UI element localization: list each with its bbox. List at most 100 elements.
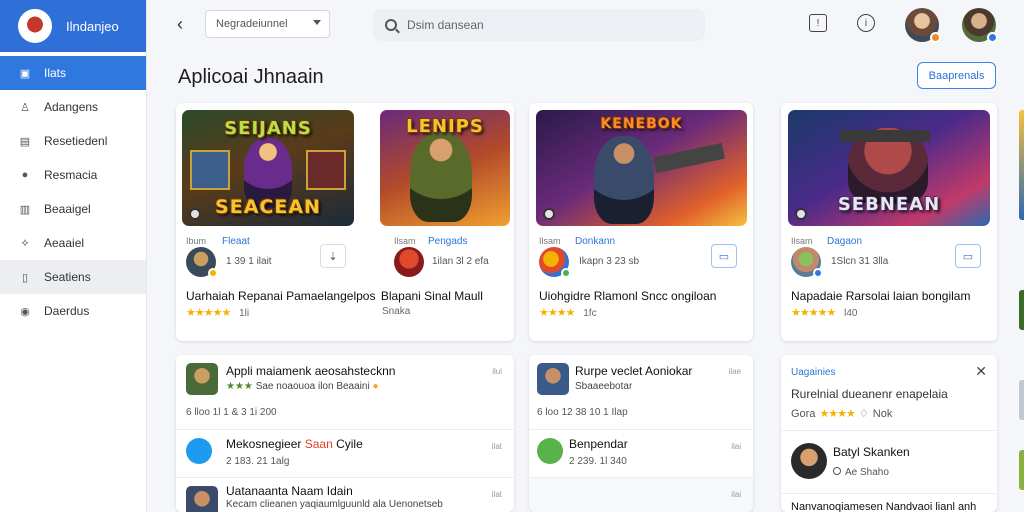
sidebar-nav: ▣ Ilats ♙ Adangens ▤ Resetiedenl ● Resmacia ▥ Bea… <box>0 56 146 328</box>
item-meta: 2 183. 21 1alg <box>226 456 290 467</box>
sidebar-item-4[interactable]: ● Resmacia <box>0 158 146 192</box>
brand-header[interactable]: Ilndanjeo <box>0 0 146 52</box>
genre-tag[interactable]: Pengads <box>428 236 467 247</box>
person-subtitle: Ae Shaho <box>833 467 889 478</box>
back-arrow-icon[interactable]: ‹ <box>177 14 183 35</box>
art-title-top: SEIJANS <box>224 118 312 139</box>
sidebar-item-8[interactable]: ◉ Daerdus <box>0 294 146 328</box>
user-avatar[interactable] <box>905 8 941 43</box>
info-icon[interactable]: i <box>857 14 875 32</box>
divider <box>781 493 997 494</box>
rating-count: l40 <box>844 308 858 319</box>
list-item[interactable]: ilai <box>529 478 753 512</box>
next-card-peek[interactable] <box>1019 290 1024 330</box>
sidebar-item-6[interactable]: ⟡ Aeaaiel <box>0 226 146 260</box>
next-card-peek[interactable] <box>1019 380 1024 420</box>
app-logo <box>18 9 52 43</box>
game-card[interactable]: KENEBOK Ilsam Donkann Ikapn 3 23 sb ▭ Ui… <box>529 103 753 341</box>
comment-button[interactable]: ▭ <box>955 244 981 268</box>
sidebar-item-3[interactable]: ▤ Resetiedenl <box>0 124 146 158</box>
item-title-prefix: Mekosnegieer <box>226 437 305 451</box>
status-dot <box>208 268 218 278</box>
sidebar-item-2[interactable]: ♙ Adangens <box>0 90 146 124</box>
list-item[interactable]: Rurpe veclet Aoniokar Sbaaeebotar 6 loo … <box>529 355 753 430</box>
rating-count: 1fc <box>583 308 597 319</box>
status-dot <box>930 32 941 43</box>
document-icon: ▥ <box>19 203 31 216</box>
item-meta: 6 lloo 1l 1 & 3 1i 200 <box>186 407 277 418</box>
twitter-icon <box>186 438 212 464</box>
developer-avatar[interactable] <box>394 247 424 277</box>
game-thumbnail[interactable]: LENIPS <box>380 110 510 226</box>
badge-icon <box>795 208 807 220</box>
next-card-peek[interactable] <box>1019 450 1024 490</box>
game-card[interactable]: SEBNEAN Ilsam Dagaon 1Slcn 31 3lla ▭ Nap… <box>781 103 997 341</box>
card-meta: Ilsam Dagaon 1Slcn 31 3lla ▭ <box>791 236 987 278</box>
card-stats: 1Slcn 31 3lla <box>831 256 889 267</box>
meta-label: Ilsam <box>791 236 813 246</box>
comment-button[interactable]: ▭ <box>711 244 737 268</box>
search-input[interactable]: Dsim dansean <box>373 9 705 41</box>
game-thumbnail[interactable]: SEIJANS SEACEAN <box>182 110 354 226</box>
category-dropdown[interactable]: Negradeiunnel <box>205 10 330 38</box>
person-avatar[interactable] <box>791 443 827 479</box>
sidebar-item-7[interactable]: ▯ Seatiens <box>0 260 146 294</box>
person-name[interactable]: Batyl Skanken <box>833 445 910 459</box>
item-time: ilai <box>731 442 741 451</box>
sidebar-item-5[interactable]: ▥ Beaaigel <box>0 192 146 226</box>
sidebar-item-label: Adangens <box>44 100 99 114</box>
meta-label: Ibum <box>186 236 207 246</box>
list-item[interactable]: Benpendar 2 239. 1l 340 ilai <box>529 430 753 478</box>
card-stats: Ikapn 3 23 sb <box>579 256 640 267</box>
game-thumbnail[interactable]: SEBNEAN <box>788 110 990 226</box>
sidebar-item-label: Seatiens <box>44 270 91 284</box>
sidebar-item-label: Aeaaiel <box>44 236 85 250</box>
developer-avatar[interactable] <box>539 247 571 278</box>
list-item[interactable]: Mekosnegieer Saan Cyile 2 183. 21 1alg i… <box>176 430 514 478</box>
developer-avatar[interactable] <box>186 247 218 278</box>
sidebar-item-label: Beaaigel <box>44 202 91 216</box>
book-icon: ▯ <box>21 271 29 284</box>
item-title: Appli maiamenk aeosahstecknn <box>226 364 396 378</box>
list-item[interactable]: Uatanaanta Naam Idain Kecam clieanen yaq… <box>176 478 514 512</box>
rating-suffix: Nok <box>872 408 893 420</box>
dropdown-value: Negradeiunnel <box>216 18 288 30</box>
download-button[interactable]: ⇣ <box>320 244 346 268</box>
rating-stars: ★★★★★ <box>791 307 836 319</box>
card-title: Uarhaiah Repanai Pamaelangelpos Blapani … <box>186 289 506 303</box>
card-rating: ★★★★★ 1li Snaka <box>186 306 410 319</box>
game-card[interactable]: SEIJANS SEACEAN LENIPS Ibum Fleaat 1 39 … <box>176 103 514 341</box>
store-icon: ▣ <box>19 67 31 80</box>
next-card-peek[interactable] <box>1019 110 1024 220</box>
profile-avatar[interactable] <box>962 8 998 43</box>
developer-avatar[interactable] <box>791 247 823 278</box>
page-title: Aplicoai Jhnaain <box>178 66 324 88</box>
panel-header: Uagainies <box>791 367 836 378</box>
list-item[interactable]: Appli maiamenk aeosahstecknn ★★★ Sae noa… <box>176 355 514 430</box>
card-stats: 1 39 1 ilait <box>226 256 272 267</box>
close-icon[interactable]: ✕ <box>975 363 987 380</box>
genre-tag[interactable]: Fleaat <box>222 236 250 247</box>
rating-stars: ★★★★★ <box>186 307 231 319</box>
art-title-top: KENEBOK <box>600 116 683 132</box>
game-title: Uiohgidre Rlamonl Sncc ongiloan <box>539 289 717 303</box>
sidebar-item-label: Ilats <box>44 66 67 80</box>
genre-tag[interactable]: Donkann <box>575 236 615 247</box>
genre-tag[interactable]: Dagaon <box>827 236 862 247</box>
chevron-down-icon <box>313 20 321 25</box>
sidebar-item-label: Daerdus <box>44 304 90 318</box>
sidebar-item-1[interactable]: ▣ Ilats <box>0 56 146 90</box>
activity-panel: Rurpe veclet Aoniokar Sbaaeebotar 6 loo … <box>529 355 753 512</box>
header-action-button[interactable]: Baaprenals <box>917 62 996 89</box>
status-dot <box>987 32 998 43</box>
sidebar-item-label: Resetiedenl <box>44 134 108 148</box>
rating-prefix: Gora <box>791 408 816 420</box>
item-subtitle: Sbaaeebotar <box>575 381 633 392</box>
search-placeholder: Dsim dansean <box>407 18 484 32</box>
activity-panel: Appli maiamenk aeosahstecknn ★★★ Sae noa… <box>176 355 514 512</box>
item-meta: 6 loo 12 38 10 1 Ilap <box>537 407 628 418</box>
card-meta: Ilsam Donkann Ikapn 3 23 sb ▭ <box>539 236 743 278</box>
clipboard-icon[interactable]: ! <box>809 14 827 32</box>
game-thumbnail[interactable]: KENEBOK <box>536 110 747 226</box>
panel-rating: Gora ★★★★ ♢ Nok <box>791 408 893 420</box>
